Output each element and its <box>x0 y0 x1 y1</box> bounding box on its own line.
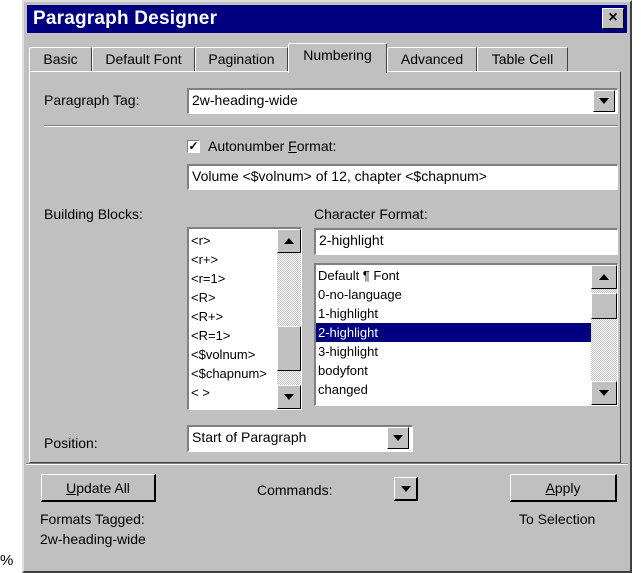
position-select[interactable]: Start of Paragraph <box>187 425 413 452</box>
scroll-up-button[interactable] <box>277 229 301 253</box>
character-format-list[interactable]: Default ¶ Font 0-no-language 1-highlight 2-… <box>314 263 618 406</box>
chevron-down-icon <box>400 485 411 492</box>
character-format-label: Character Format: <box>314 206 428 222</box>
character-format-item[interactable]: 0-no-language <box>316 285 617 304</box>
position-value: Start of Paragraph <box>192 429 307 445</box>
building-blocks-scrollbar[interactable] <box>277 229 301 409</box>
character-format-input[interactable]: 2-highlight <box>314 228 618 255</box>
paragraph-tag-value: 2w-heading-wide <box>192 92 298 108</box>
scroll-up-icon <box>284 238 294 244</box>
character-format-item[interactable]: 2-highlight <box>316 323 617 342</box>
tab-advanced[interactable]: Advanced <box>387 47 477 71</box>
apply-button[interactable]: Apply <box>510 474 617 502</box>
paragraph-tag-dropdown-button[interactable] <box>593 90 615 112</box>
chevron-down-icon <box>599 98 609 104</box>
divider-bottom <box>26 463 628 465</box>
commands-label: Commands: <box>257 482 333 498</box>
close-button[interactable]: × <box>602 8 624 29</box>
margin-text: % <box>0 552 14 569</box>
position-label: Position: <box>44 435 98 451</box>
scroll-down-icon <box>284 394 294 400</box>
formats-tagged-label: Formats Tagged: <box>40 511 145 527</box>
autonumber-format-input[interactable]: Volume <$volnum> of 12, chapter <$chapnu… <box>187 164 618 190</box>
paragraph-designer-dialog: Paragraph Designer × Basic Default Font … <box>22 0 632 573</box>
character-format-item[interactable]: bodyfont <box>316 361 617 380</box>
apply-scope-label: To Selection <box>519 511 596 527</box>
scroll-down-button[interactable] <box>591 381 617 405</box>
formats-tagged-value: 2w-heading-wide <box>40 531 146 547</box>
building-blocks-list[interactable]: <r> <r+> <r=1> <R> <R+> <R=1> <$volnum> <$chapn… <box>187 227 302 410</box>
scroll-down-icon <box>599 390 609 396</box>
scroll-down-button[interactable] <box>277 385 301 409</box>
character-format-item[interactable]: changed <box>316 380 617 399</box>
character-format-item[interactable]: Default ¶ Font <box>316 266 617 285</box>
paragraph-tag-label: Paragraph Tag: <box>44 92 140 108</box>
chevron-down-icon <box>393 435 403 441</box>
scroll-thumb[interactable] <box>277 326 301 371</box>
autonumber-format-label: Autonumber Format: <box>208 138 337 154</box>
building-blocks-label: Building Blocks: <box>44 206 143 222</box>
scroll-thumb[interactable] <box>591 293 617 319</box>
tab-pagination[interactable]: Pagination <box>195 47 288 71</box>
paragraph-tag-select[interactable]: 2w-heading-wide <box>187 88 618 114</box>
character-format-item[interactable]: 3-highlight <box>316 342 617 361</box>
tab-numbering[interactable]: Numbering <box>288 43 387 73</box>
character-format-scrollbar[interactable] <box>591 265 617 405</box>
update-all-button[interactable]: Update All <box>41 474 156 502</box>
divider-top <box>44 125 618 127</box>
title-bar[interactable]: Paragraph Designer × <box>27 5 627 33</box>
tab-default-font[interactable]: Default Font <box>92 47 195 71</box>
commands-dropdown-button[interactable] <box>394 477 418 501</box>
scroll-up-button[interactable] <box>591 265 617 289</box>
autonumber-checkbox[interactable]: ✓ <box>187 140 200 153</box>
position-dropdown-button[interactable] <box>387 427 409 449</box>
tab-table-cell[interactable]: Table Cell <box>477 47 568 71</box>
scroll-up-icon <box>599 274 609 280</box>
character-format-item[interactable]: 1-highlight <box>316 304 617 323</box>
window-title: Paragraph Designer <box>33 8 218 29</box>
tab-basic[interactable]: Basic <box>29 47 92 71</box>
